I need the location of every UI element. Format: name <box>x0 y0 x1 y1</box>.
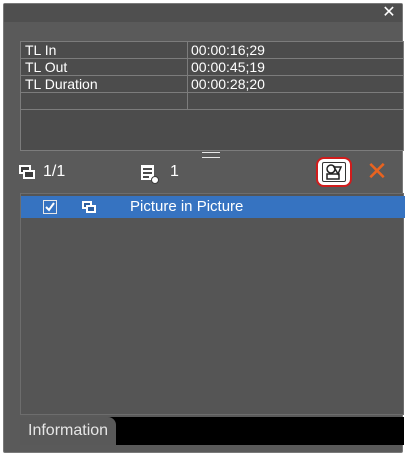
info-row-tl-out: TL Out 00:00:45;19 <box>21 59 403 76</box>
tab-information[interactable]: Information <box>20 417 117 445</box>
effect-settings-button[interactable] <box>316 157 352 187</box>
info-value: 00:00:45;19 <box>191 59 265 75</box>
information-panel: ✕ TL In 00:00:16;29 TL Out 00:00:45;19 T… <box>3 3 405 453</box>
splitter-handle[interactable] <box>202 152 220 158</box>
info-row-empty <box>21 93 403 110</box>
info-row-tl-in: TL In 00:00:16;29 <box>21 42 403 59</box>
info-label: TL Out <box>25 59 68 75</box>
settings-icon <box>322 162 346 182</box>
info-row-tl-duration: TL Duration 00:00:28;20 <box>21 76 403 93</box>
checkbox[interactable] <box>43 200 57 214</box>
info-label: TL Duration <box>25 76 98 92</box>
info-label: TL In <box>25 42 57 58</box>
clips-count: 1 <box>170 163 179 180</box>
info-value: 00:00:28;20 <box>191 76 265 92</box>
list-item[interactable]: Picture in Picture <box>21 196 405 218</box>
delete-icon[interactable]: ✕ <box>366 159 388 185</box>
layers-count: 1/1 <box>43 163 66 180</box>
info-value: 00:00:16;29 <box>191 42 265 58</box>
layers-icon <box>18 164 36 185</box>
effect-name: Picture in Picture <box>130 198 244 215</box>
clip-icon <box>140 164 160 189</box>
close-icon[interactable]: ✕ <box>382 4 396 20</box>
effect-layer-icon <box>81 200 97 219</box>
tab-bar: Information <box>20 417 404 445</box>
info-table: TL In 00:00:16;29 TL Out 00:00:45;19 TL … <box>20 41 404 151</box>
effects-list: Picture in Picture <box>20 193 405 415</box>
panel-titlebar: ✕ <box>4 4 402 22</box>
